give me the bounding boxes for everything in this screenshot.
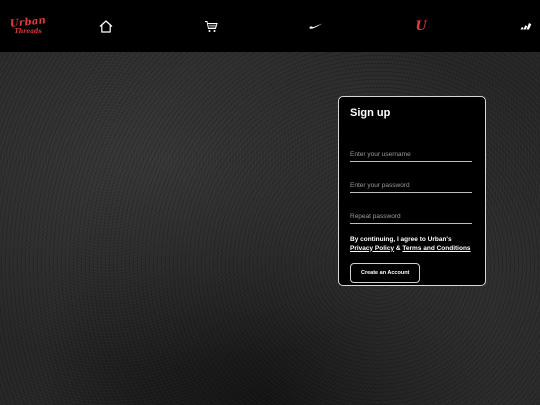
repeat-password-input[interactable] [350, 213, 472, 224]
signup-card: Sign up By continuing, I agree to Urban'… [338, 96, 486, 286]
cart-icon[interactable] [200, 0, 222, 52]
password-field-wrapper [350, 174, 472, 193]
terms-link[interactable]: Terms and Conditions [402, 245, 470, 252]
privacy-policy-link[interactable]: Privacy Policy [350, 245, 394, 252]
top-navbar: Urban Threads U [0, 0, 540, 52]
urban-threads-logo[interactable]: Urban Threads [6, 0, 50, 52]
ut-logo-text: U [415, 18, 427, 34]
consent-prefix: By continuing, I agree to Urban's [350, 236, 452, 243]
repeat-password-field-wrapper [350, 205, 472, 224]
logo-line-2: Threads [14, 27, 42, 35]
username-input[interactable] [350, 151, 472, 162]
nike-swoosh-icon[interactable] [305, 0, 327, 52]
signup-title: Sign up [350, 107, 391, 119]
create-account-button[interactable]: Create an Account [350, 263, 421, 283]
username-field-wrapper [350, 143, 472, 162]
consent-text: By continuing, I agree to Urban's Privac… [350, 236, 474, 253]
password-input[interactable] [350, 182, 472, 193]
ut-logo-icon[interactable]: U [410, 0, 432, 52]
adidas-logo-icon[interactable] [515, 0, 537, 52]
home-icon[interactable] [95, 0, 117, 52]
